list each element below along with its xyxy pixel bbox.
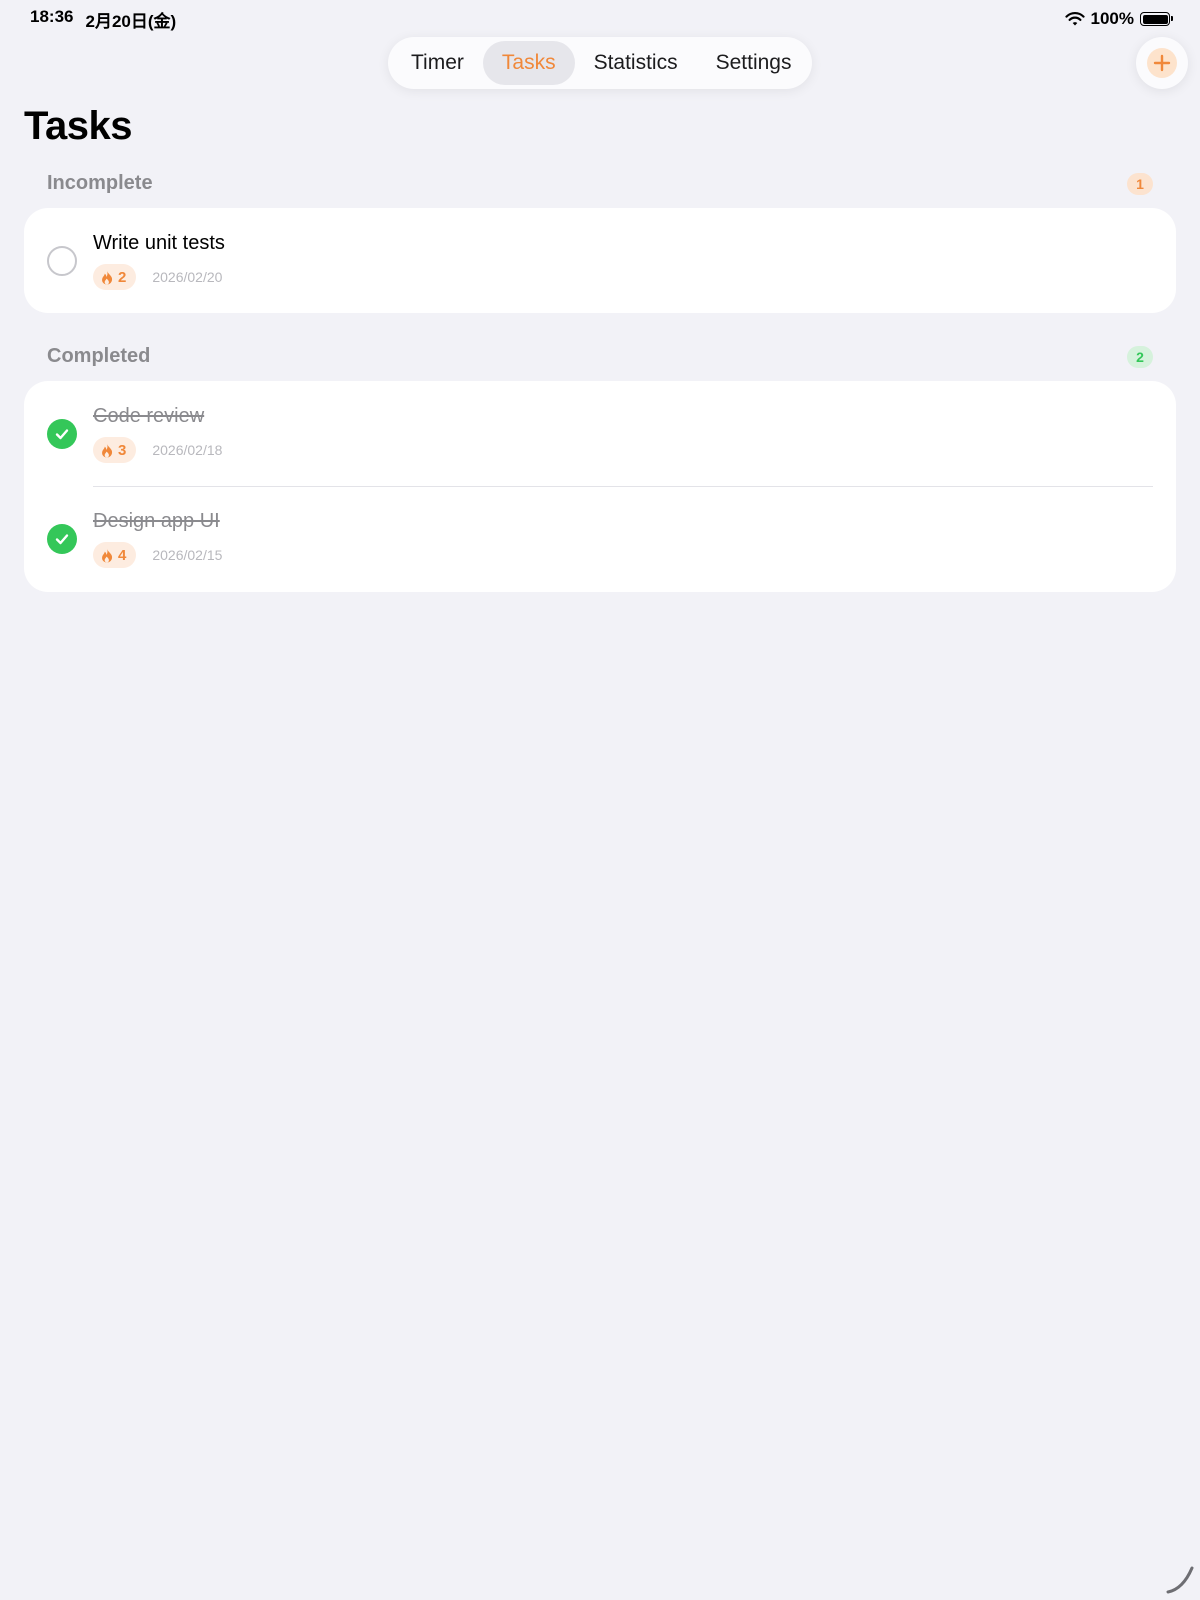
pomodoro-count: 4 — [118, 546, 127, 564]
empty-circle-icon[interactable] — [47, 246, 77, 276]
tab-bar: Timer Tasks Statistics Settings — [388, 37, 812, 89]
tasks-screen: 18:36 2月20日(金) 100% Timer Tasks Statisti… — [0, 0, 1200, 1600]
section-header-incomplete: Incomplete 1 — [47, 172, 1153, 195]
tab-timer[interactable]: Timer — [392, 41, 483, 85]
flame-icon — [102, 270, 113, 284]
pomodoro-count: 3 — [118, 441, 127, 459]
page-title: Tasks — [24, 104, 132, 148]
task-row[interactable]: Code review 3 2026/02/18 — [24, 381, 1176, 486]
section-label: Completed — [47, 345, 151, 367]
task-row[interactable]: Design app UI 4 2026/02/15 — [24, 486, 1176, 591]
pomodoro-count-badge: 4 — [93, 542, 137, 568]
task-title: Design app UI — [93, 510, 220, 532]
task-title: Write unit tests — [93, 232, 225, 254]
battery-icon — [1140, 12, 1173, 26]
pomodoro-count: 2 — [118, 268, 127, 286]
tab-statistics[interactable]: Statistics — [575, 41, 697, 85]
add-task-button[interactable] — [1136, 37, 1188, 89]
pomodoro-count-badge: 2 — [93, 264, 137, 290]
completed-count-badge: 2 — [1127, 345, 1153, 368]
incomplete-count-badge: 1 — [1127, 172, 1153, 195]
task-row[interactable]: Write unit tests 2 2026/02/20 — [24, 208, 1176, 313]
task-date: 2026/02/15 — [152, 547, 223, 563]
status-left: 18:36 2月20日(金) — [30, 7, 176, 32]
section-header-completed: Completed 2 — [47, 345, 1153, 368]
pencil-stroke-icon — [1166, 1566, 1194, 1594]
plus-icon — [1147, 48, 1177, 78]
status-time: 18:36 — [30, 6, 74, 26]
task-meta: 3 2026/02/18 — [93, 437, 222, 463]
status-right: 100% — [1064, 9, 1173, 29]
checkmark-icon[interactable] — [47, 419, 77, 449]
tab-settings[interactable]: Settings — [697, 41, 811, 85]
battery-percentage: 100% — [1090, 9, 1134, 28]
section-label: Incomplete — [47, 172, 153, 194]
task-title: Code review — [93, 405, 205, 427]
completed-tasks-card: Code review 3 2026/02/18 Design app UI 4… — [24, 381, 1176, 592]
task-date: 2026/02/20 — [152, 269, 223, 285]
task-meta: 4 2026/02/15 — [93, 542, 222, 568]
pomodoro-count-badge: 3 — [93, 437, 137, 463]
flame-icon — [102, 548, 113, 562]
wifi-icon — [1064, 12, 1085, 26]
status-date: 2月20日(金) — [85, 11, 177, 31]
status-bar: 18:36 2月20日(金) 100% — [0, 0, 1200, 38]
task-date: 2026/02/18 — [152, 442, 223, 458]
checkmark-icon[interactable] — [47, 524, 77, 554]
tab-tasks[interactable]: Tasks — [482, 41, 575, 85]
task-meta: 2 2026/02/20 — [93, 264, 222, 290]
flame-icon — [102, 443, 113, 457]
incomplete-tasks-card: Write unit tests 2 2026/02/20 — [24, 208, 1176, 313]
